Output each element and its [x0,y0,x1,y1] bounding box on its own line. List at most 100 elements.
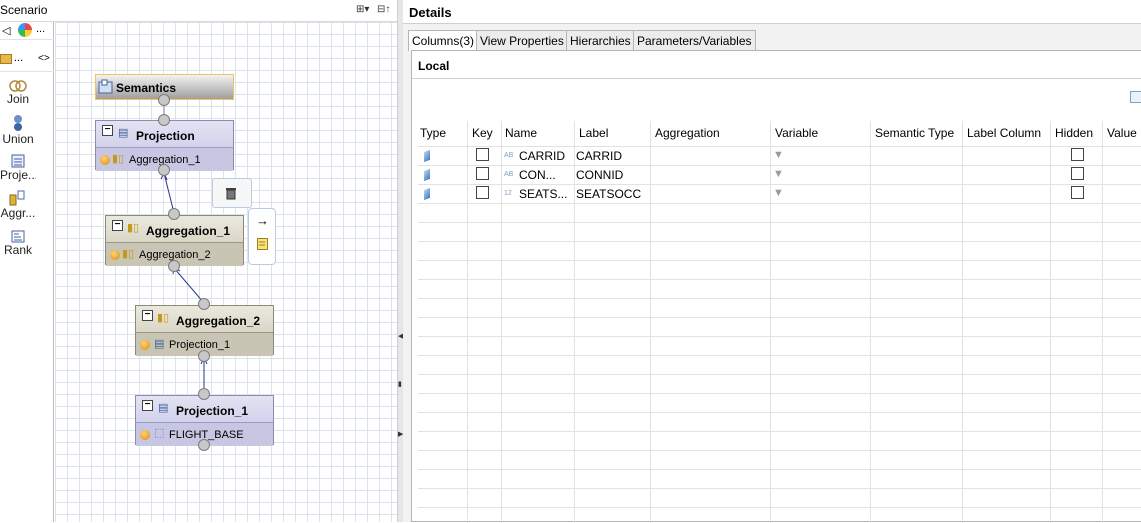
column-header[interactable]: Label [579,126,608,140]
more-button[interactable]: ... [36,23,45,35]
toggle-palette-button[interactable]: <> [38,53,50,64]
palette-item-aggregation[interactable]: Aggr... [0,190,36,220]
palette-item-projection[interactable]: Proje... [0,154,36,182]
hidden-checkbox[interactable] [1071,148,1084,161]
palette-color-icon[interactable] [18,23,32,37]
node-title: Projection [136,129,195,143]
trash-icon[interactable] [225,186,237,200]
table-row[interactable]: 12 SEATS... SEATSOCC ▼ [418,185,1141,203]
back-arrow-icon[interactable]: ◁ [2,24,10,37]
hidden-checkbox[interactable] [1071,186,1084,199]
palette-item-union[interactable]: Union [0,114,36,146]
columns-tab-body: Local Type Key Name Label Aggregation Va… [411,50,1141,523]
column-header[interactable]: Key [472,126,493,140]
column-label[interactable]: SEATSOCC [576,187,641,201]
port[interactable] [198,388,210,400]
section-divider [412,78,1141,79]
key-checkbox[interactable] [476,148,489,161]
port[interactable] [168,260,180,272]
column-label[interactable]: CARRID [576,149,622,163]
input-status-icon [110,250,120,260]
port[interactable] [198,439,210,451]
aggregation-node[interactable]: − ▮▯ Aggregation_1 ▮▯ Aggregation_2 [105,215,244,266]
note-icon[interactable] [257,238,268,250]
attribute-type-icon [424,168,430,182]
toolbar-action-icon[interactable] [1130,91,1141,103]
join-icon [9,80,27,92]
rank-icon [11,230,25,243]
node-title: Projection_1 [176,404,249,418]
port[interactable] [158,94,170,106]
palette-item-label: Union [2,132,34,146]
aggregation-icon: ▮▯ [157,312,170,324]
palette-nav-row: ◁ ... [0,22,54,40]
attribute-type-icon [424,149,430,163]
palette-tools-row: ... <> [0,52,54,72]
table-row[interactable]: AB CON... CONNID ▼ [418,166,1141,184]
key-checkbox[interactable] [476,167,489,180]
arrow-right-icon[interactable]: → [256,213,269,228]
union-icon [14,115,22,131]
table-icon: ⬚ [154,427,165,439]
tab-parameters-variables[interactable]: Parameters/Variables [633,30,756,50]
section-title: Local [418,59,450,73]
column-header[interactable]: Semantic Type [875,126,954,140]
projection-node[interactable]: − ▤ Projection ▮▯ Aggregation_1 [95,120,234,171]
collapse-all-button[interactable]: ⊟↑ [377,4,390,15]
datatype-badge: AB [504,152,514,159]
aggregation-node[interactable]: − ▮▯ Aggregation_2 ▤ Projection_1 [135,305,274,356]
details-header: Details [403,0,1141,24]
tab-view-properties[interactable]: View Properties [476,30,568,50]
column-header[interactable]: Value [1107,126,1137,140]
collapse-icon[interactable]: − [142,400,153,411]
port[interactable] [198,350,210,362]
column-name: CON... [519,168,556,182]
projection-icon: ▤ [118,127,129,139]
tab-hierarchies[interactable]: Hierarchies [566,30,635,50]
expand-all-button[interactable]: ⊞▾ [356,4,369,15]
filter-icon[interactable]: ▼ [773,149,784,161]
aggregation-icon [9,190,25,206]
diagram-canvas[interactable]: Semantics − ▤ Projection ▮▯ Aggregation_… [55,22,397,522]
table-row[interactable]: AB CARRID CARRID ▼ [418,147,1141,165]
palette-item-join[interactable]: Join [0,80,36,106]
column-header[interactable]: Type [420,126,446,140]
key-checkbox[interactable] [476,186,489,199]
palette-item-label: Aggr... [0,206,36,220]
palette-item-label: Join [6,92,29,106]
hidden-checkbox[interactable] [1071,167,1084,180]
folder-icon[interactable] [0,54,12,64]
details-panel: Details Columns(3) View Properties Hiera… [403,0,1141,523]
collapse-icon[interactable]: − [142,310,153,321]
scenario-header: Scenario ⊞▾ ⊟↑ [0,0,397,22]
column-label[interactable]: CONNID [576,168,623,182]
open-button[interactable]: ... [14,52,23,64]
column-name: CARRID [519,149,566,163]
port[interactable] [158,114,170,126]
node-input-label: Projection_1 [169,339,231,351]
node-title: Aggregation_1 [146,224,231,238]
splitter-handle-icon[interactable]: ▮ [398,380,402,388]
datatype-badge: 12 [504,190,512,197]
projection-icon: ▤ [154,338,165,350]
palette-item-rank[interactable]: Rank [0,230,36,257]
column-header[interactable]: Name [505,126,537,140]
filter-icon[interactable]: ▼ [773,168,784,180]
collapse-icon[interactable]: − [102,125,113,136]
column-header[interactable]: Aggregation [655,126,720,140]
port[interactable] [158,164,170,176]
tab-columns[interactable]: Columns(3) [408,30,479,51]
input-status-icon [100,155,110,165]
port[interactable] [198,298,210,310]
aggregation-icon: ▮▯ [122,248,135,260]
column-header[interactable]: Variable [775,126,818,140]
projection-node[interactable]: − ▤ Projection_1 ⬚ FLIGHT_BASE [135,395,274,446]
column-header[interactable]: Hidden [1055,126,1093,140]
input-status-icon [140,340,150,350]
palette-item-label: Proje... [0,168,36,182]
port[interactable] [168,208,180,220]
collapse-icon[interactable]: − [112,220,123,231]
column-header[interactable]: Label Column [967,126,1041,140]
column-name: SEATS... [519,187,568,201]
filter-icon[interactable]: ▼ [773,187,784,199]
